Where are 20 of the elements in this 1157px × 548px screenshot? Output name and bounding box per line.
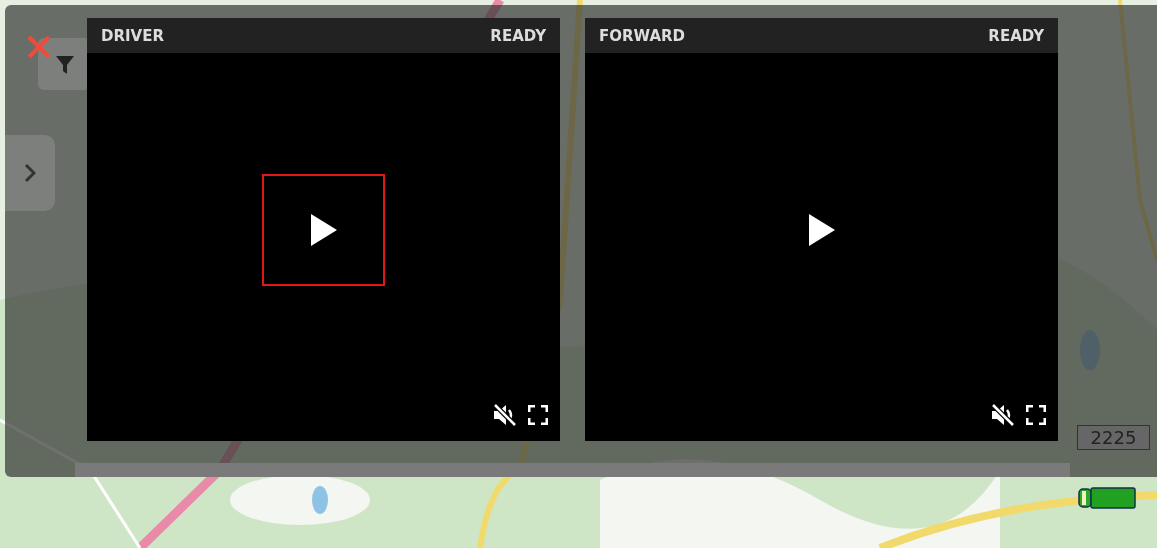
vehicle-label: 2225 <box>1077 425 1150 450</box>
fullscreen-button[interactable] <box>1026 405 1046 425</box>
chevron-icon <box>24 163 36 183</box>
speaker-muted-icon <box>492 403 518 427</box>
fullscreen-icon <box>528 405 548 425</box>
camera-name: FORWARD <box>599 26 686 45</box>
fullscreen-icon <box>1026 405 1046 425</box>
play-icon <box>808 214 835 246</box>
camera-status: READY <box>490 26 546 45</box>
play-button[interactable] <box>262 174 385 286</box>
camera-status: READY <box>988 26 1044 45</box>
fullscreen-button[interactable] <box>528 405 548 425</box>
truck-icon <box>1078 487 1136 509</box>
mute-button[interactable] <box>990 403 1016 427</box>
camera-name: DRIVER <box>101 26 164 45</box>
filter-icon <box>56 56 74 74</box>
speaker-muted-icon <box>990 403 1016 427</box>
play-icon <box>310 214 337 246</box>
mute-button[interactable] <box>492 403 518 427</box>
filter-button[interactable] <box>38 38 90 90</box>
